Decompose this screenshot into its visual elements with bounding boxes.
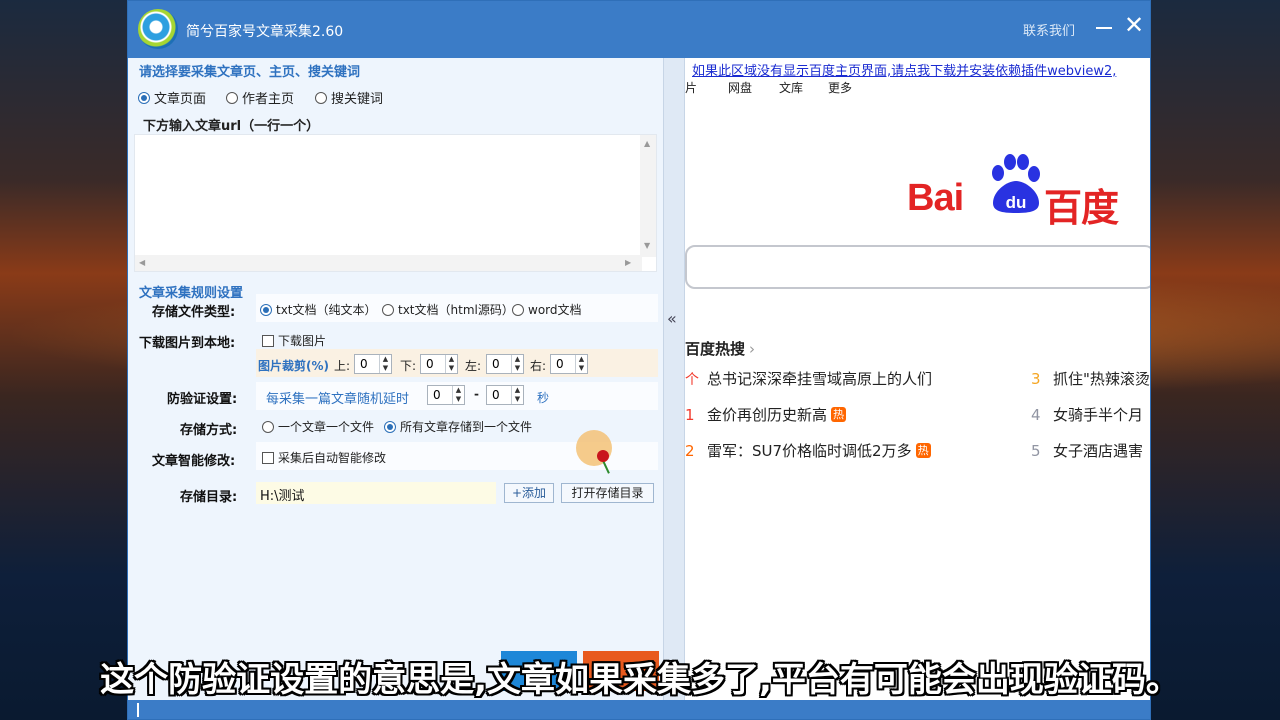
webview-download-link[interactable]: 如果此区域没有显示百度主页界面,请点我下载并安装依赖插件webview2, <box>692 60 1116 79</box>
contact-link[interactable]: 联系我们 <box>1023 20 1075 39</box>
radio-icon <box>262 420 274 433</box>
stepper-arrows-icon[interactable]: ▲ ▼ <box>575 355 587 373</box>
status-bar <box>128 700 1150 719</box>
text-caret <box>137 703 139 717</box>
baidu-logo: Bai du 百度 <box>907 151 1122 230</box>
checkbox-icon <box>262 334 274 347</box>
scroll-right-icon[interactable]: ▶ <box>625 258 631 267</box>
panel-divider[interactable] <box>663 58 685 700</box>
checkbox-icon <box>262 451 274 464</box>
crop-label: 图片裁剪(%) <box>258 359 329 373</box>
app-title: 简兮百家号文章采集2.60 <box>186 24 344 40</box>
baidu-paw-icon: du <box>992 154 1040 213</box>
mode-author-radio[interactable]: 作者主页 <box>226 88 294 107</box>
radio-icon <box>226 91 238 104</box>
storage-dir-label: 存储目录: <box>180 490 238 505</box>
title-bar[interactable]: 简兮百家号文章采集2.60 联系我们 ✕ <box>128 1 1150 58</box>
hot-search-title[interactable]: 百度热搜 › <box>685 338 755 359</box>
anti-verify-text: 每采集一篇文章随机延时 <box>266 392 410 407</box>
crop-top-stepper[interactable]: 0 ▲ ▼ <box>354 354 392 374</box>
radio-icon <box>382 303 394 316</box>
storage-dir-input[interactable]: H:\测试 <box>256 482 496 504</box>
radio-icon <box>138 91 150 104</box>
crop-left-label: 左: <box>465 359 482 373</box>
hot-item-3[interactable]: 3 抓住"热辣滚烫 <box>1031 368 1150 389</box>
smart-edit-checkbox[interactable]: 采集后自动智能修改 <box>262 449 386 466</box>
logo-text-du: du <box>1006 193 1027 212</box>
open-dir-button[interactable]: 打开存储目录 <box>561 483 654 503</box>
nav-netdisk[interactable]: 网盘 <box>728 79 752 96</box>
storage-one-per-file-radio[interactable]: 一个文章一个文件 <box>262 418 374 435</box>
radio-icon <box>260 303 272 316</box>
hot-badge: 热 <box>831 407 847 422</box>
file-type-label: 存储文件类型: <box>152 305 236 320</box>
rules-section-title: 文章采集规则设置 <box>139 286 244 301</box>
scroll-left-icon[interactable]: ◀ <box>139 258 145 267</box>
hot-item-1[interactable]: 1 金价再创历史新高热 <box>685 404 847 425</box>
file-type-txt-plain-radio[interactable]: txt文档（纯文本） <box>260 301 377 318</box>
stepper-arrows-icon[interactable]: ▲ ▼ <box>511 355 523 373</box>
crop-bottom-label: 下: <box>400 359 417 373</box>
radio-icon <box>512 303 524 316</box>
app-window: 简兮百家号文章采集2.60 联系我们 ✕ 请选择要采集文章页、主页、搜关键词 文… <box>127 0 1151 720</box>
nav-more[interactable]: 更多 <box>828 79 852 96</box>
chevron-right-icon: › <box>749 340 756 358</box>
delay-unit: 秒 <box>537 391 550 405</box>
file-type-txt-html-radio[interactable]: txt文档（html源码） <box>382 301 514 318</box>
url-section-title: 下方输入文章url（一行一个） <box>143 119 320 134</box>
download-images-label: 下载图片到本地: <box>139 336 236 351</box>
crop-right-label: 右: <box>530 359 547 373</box>
app-logo-icon <box>138 9 178 49</box>
logo-text-baidu-cn: 百度 <box>1044 188 1119 230</box>
mode-article-radio[interactable]: 文章页面 <box>138 88 206 107</box>
crop-right-stepper[interactable]: 0 ▲ ▼ <box>550 354 588 374</box>
embedded-browser: 如果此区域没有显示百度主页界面,请点我下载并安装依赖插件webview2, 图片… <box>685 58 1150 700</box>
left-settings-panel: 请选择要采集文章页、主页、搜关键词 文章页面 作者主页 搜关键词 下方输入文章u… <box>128 58 663 700</box>
delay-max-stepper[interactable]: 0 ▲ ▼ <box>486 385 524 405</box>
mode-keyword-radio[interactable]: 搜关键词 <box>315 88 383 107</box>
hot-item-2[interactable]: 2 雷军：SU7价格临时调低2万多热 <box>685 440 931 461</box>
hot-item-top[interactable]: 个总书记深深牵挂雪域高原上的人们 <box>685 368 932 389</box>
baidu-search-input[interactable] <box>685 245 1150 289</box>
stepper-arrows-icon[interactable]: ▲ ▼ <box>379 355 391 373</box>
download-images-checkbox[interactable]: 下载图片 <box>262 332 326 349</box>
storage-mode-label: 存储方式: <box>180 423 238 438</box>
select-section-title: 请选择要采集文章页、主页、搜关键词 <box>139 65 361 80</box>
anti-verify-label: 防验证设置: <box>167 392 238 407</box>
smart-edit-label: 文章智能修改: <box>152 454 236 469</box>
horizontal-scrollbar[interactable]: ◀ ▶ <box>135 255 642 271</box>
vertical-scrollbar[interactable]: ▲ ▼ <box>640 135 656 257</box>
close-icon[interactable]: ✕ <box>1122 13 1146 37</box>
minimize-icon[interactable] <box>1093 15 1113 35</box>
scroll-down-icon[interactable]: ▼ <box>644 241 650 250</box>
delay-dash: - <box>474 387 479 401</box>
nav-images[interactable]: 图片 <box>685 79 697 96</box>
add-dir-button[interactable]: +添加 <box>504 483 554 503</box>
radio-icon <box>315 91 327 104</box>
file-type-word-radio[interactable]: word文档 <box>512 301 582 318</box>
hot-badge: 热 <box>915 443 931 458</box>
crop-left-stepper[interactable]: 0 ▲ ▼ <box>486 354 524 374</box>
hot-item-4[interactable]: 4 女骑手半个月 <box>1031 404 1143 425</box>
stepper-arrows-icon[interactable]: ▲ ▼ <box>511 386 523 404</box>
video-subtitle: 这个防验证设置的意思是,文章如果采集多了,平台有可能会出现验证码。 <box>100 660 1180 700</box>
hot-item-5[interactable]: 5 女子酒店遇害 <box>1031 440 1143 461</box>
pinned-icon: 个 <box>685 372 699 388</box>
rose-cursor-icon <box>597 450 609 462</box>
stepper-arrows-icon[interactable]: ▲ ▼ <box>445 355 457 373</box>
radio-icon <box>384 420 396 433</box>
crop-top-label: 上: <box>334 359 351 373</box>
storage-single-file-radio[interactable]: 所有文章存储到一个文件 <box>384 418 532 435</box>
stepper-arrows-icon[interactable]: ▲ ▼ <box>452 386 464 404</box>
delay-min-stepper[interactable]: 0 ▲ ▼ <box>427 385 465 405</box>
nav-wenku[interactable]: 文库 <box>779 79 803 96</box>
collapse-left-icon[interactable]: « <box>667 309 677 328</box>
logo-text-bai: Bai <box>907 177 964 219</box>
crop-bottom-stepper[interactable]: 0 ▲ ▼ <box>420 354 458 374</box>
url-textarea[interactable]: ▲ ▼ ◀ ▶ <box>134 134 657 272</box>
scroll-up-icon[interactable]: ▲ <box>644 139 650 148</box>
